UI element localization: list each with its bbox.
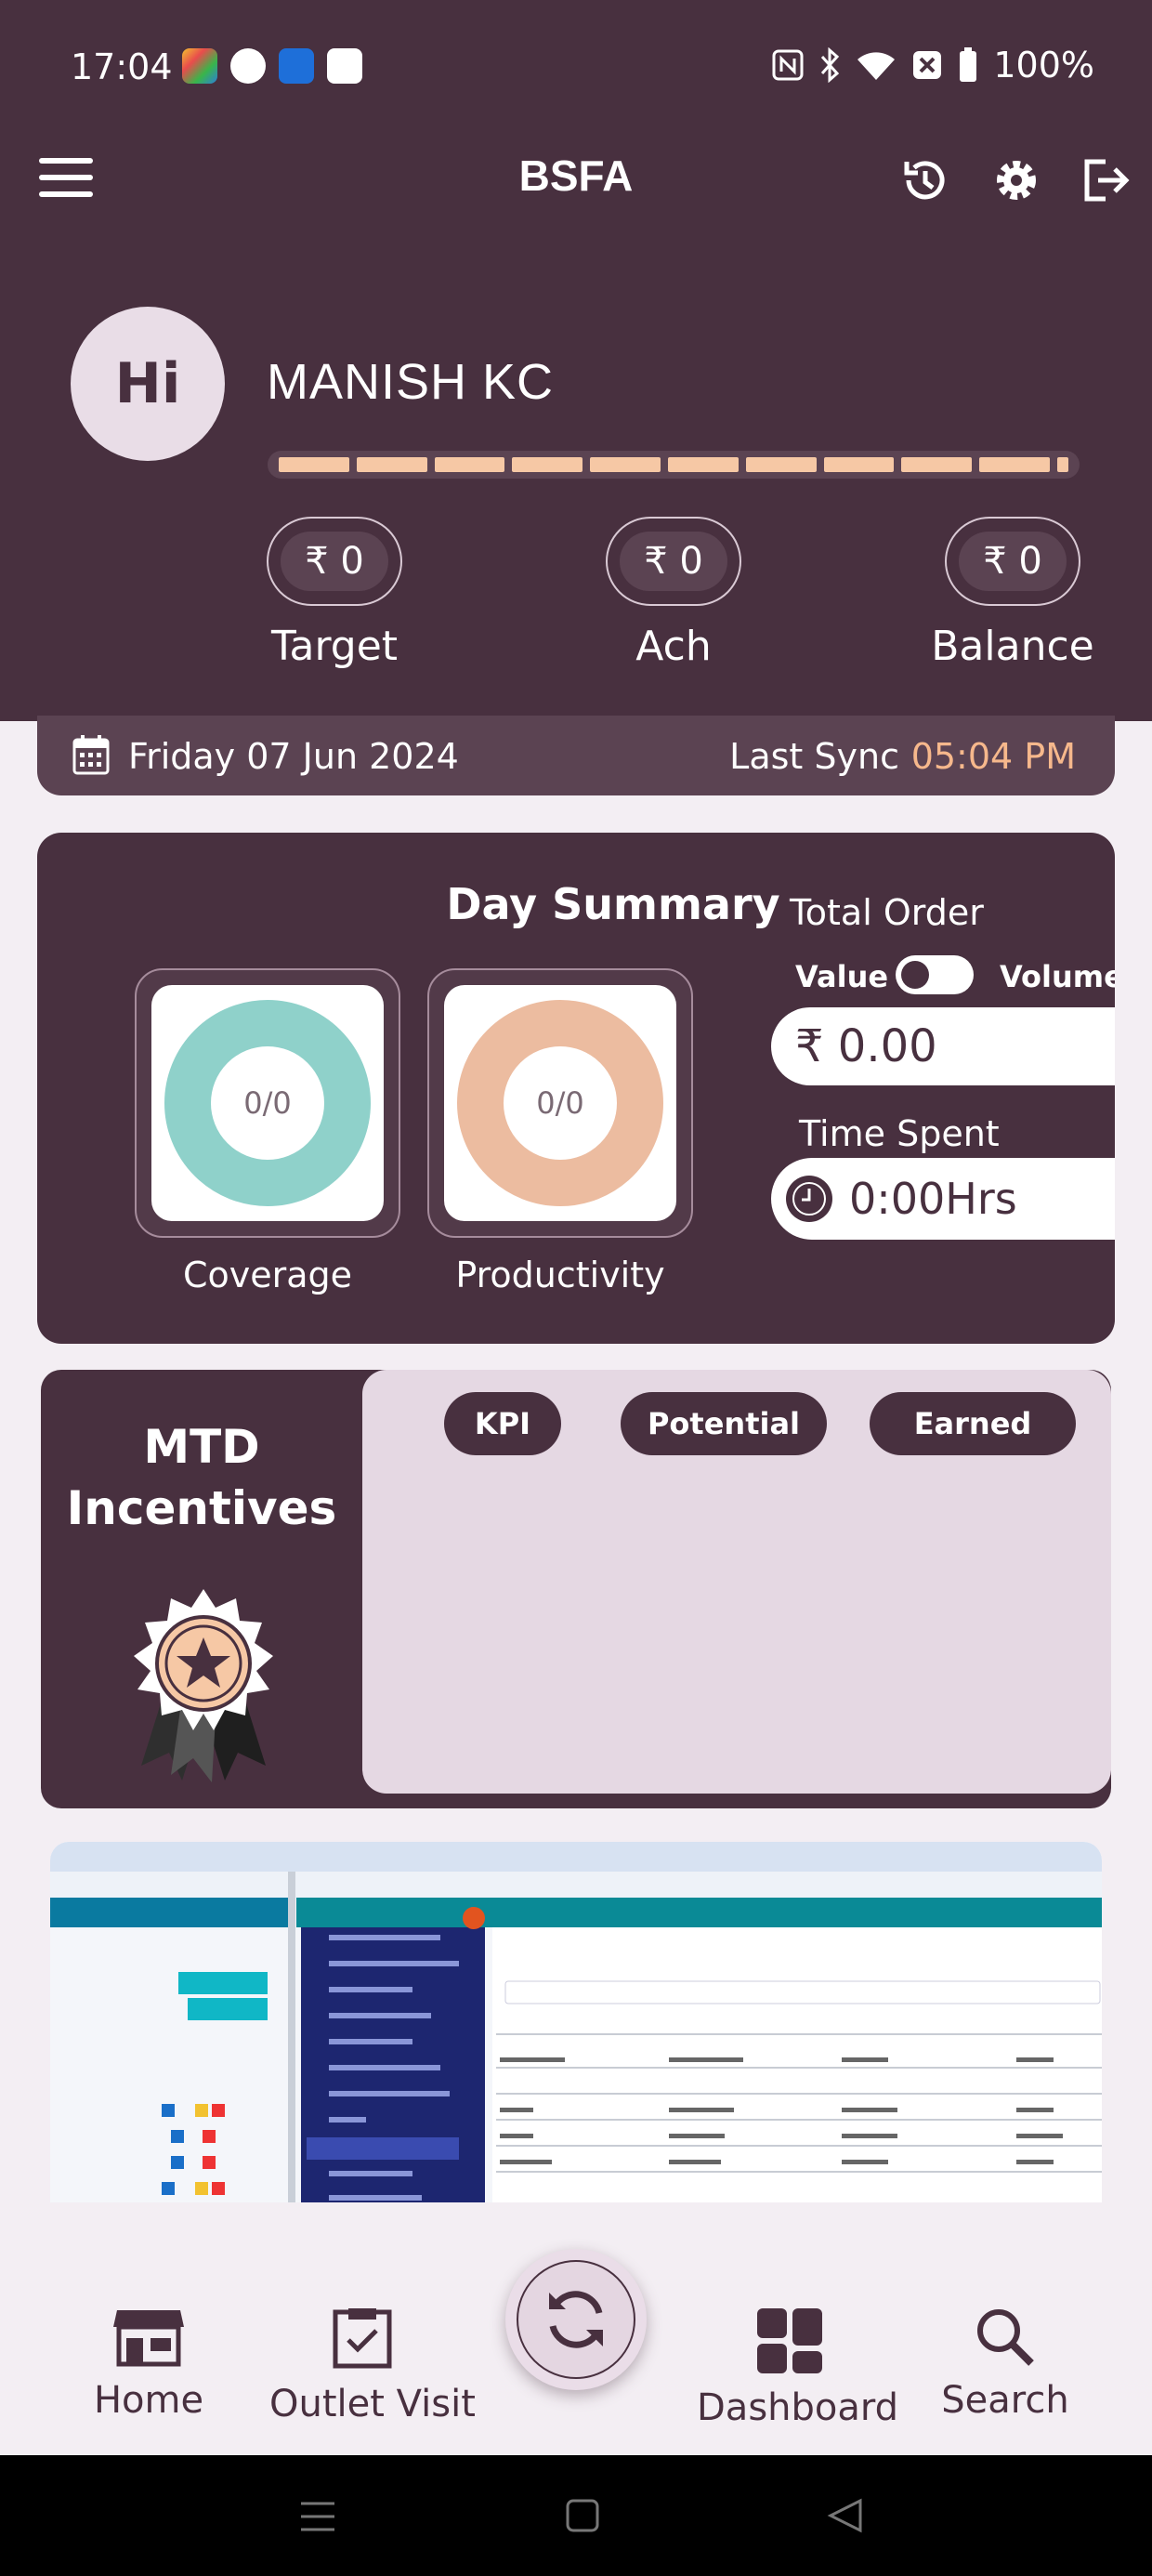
recent-apps-icon[interactable]	[299, 2500, 336, 2533]
clock-icon	[786, 1176, 832, 1222]
battery-level: 100%	[993, 45, 1094, 85]
toggle-volume-label: Volume	[1000, 959, 1115, 994]
store-icon	[113, 2310, 184, 2367]
toggle-value-label: Value	[795, 959, 889, 994]
nav-search[interactable]: Search	[931, 2307, 1080, 2422]
last-sync-time: 05:04 PM	[910, 736, 1076, 777]
nav-dashboard-label: Dashboard	[697, 2386, 899, 2429]
nav-home-label: Home	[93, 2379, 204, 2422]
no-sim-icon	[913, 51, 942, 79]
time-spent-value: 0:00Hrs	[849, 1174, 1017, 1224]
mtd-incentives-card: MTD Incentives KPI Potential Earned	[41, 1370, 1111, 1808]
nav-outlet-visit[interactable]: Outlet Visit	[269, 2307, 476, 2425]
mtd-incentives-title: MTD Incentives	[41, 1416, 362, 1539]
mtd-title-line2: Incentives	[66, 1481, 337, 1535]
app-notification-icon	[230, 48, 266, 84]
header-panel: 17:04 100% BSFA Hi MANISH KC ₹ 0 Target	[0, 0, 1152, 721]
sync-button[interactable]	[505, 2249, 647, 2390]
achievement-label: Ach	[635, 623, 712, 670]
target-progress-bar	[268, 451, 1080, 479]
sync-icon	[549, 2291, 603, 2348]
calendar-icon	[72, 735, 110, 775]
app-notification-icon	[182, 48, 217, 84]
total-order-title: Total Order	[790, 892, 984, 933]
last-sync-label: Last Sync	[729, 736, 899, 777]
nfc-icon	[772, 49, 804, 81]
mtd-title-line1: MTD	[143, 1420, 260, 1474]
coverage-value: 0/0	[243, 1085, 292, 1121]
notification-icons	[182, 48, 362, 84]
logout-icon[interactable]	[1078, 154, 1130, 206]
gear-icon[interactable]	[990, 154, 1042, 206]
nav-dashboard[interactable]: Dashboard	[697, 2307, 899, 2429]
target-stat: ₹ 0 Target	[242, 517, 427, 670]
bottom-navigation: Home Outlet Visit Dashboard Search	[0, 2202, 1152, 2455]
search-icon	[977, 2309, 1034, 2366]
balance-label: Balance	[931, 623, 1094, 670]
day-summary-card: Day Summary 0/0 Coverage 0/0 Productivit…	[37, 833, 1115, 1344]
nav-outlet-visit-label: Outlet Visit	[269, 2383, 476, 2425]
banner-screenshot-graphic	[50, 1842, 1102, 2206]
productivity-gauge[interactable]: 0/0	[427, 968, 693, 1238]
coverage-donut: 0/0	[164, 1000, 371, 1206]
mtd-incentive-table: KPI Potential Earned	[362, 1370, 1111, 1794]
app-notification-icon	[327, 48, 362, 84]
current-date: Friday 07 Jun 2024	[128, 736, 459, 777]
time-spent-field: 0:00Hrs	[771, 1158, 1115, 1240]
achievement-value: ₹ 0	[620, 532, 727, 591]
productivity-value: 0/0	[536, 1085, 584, 1121]
nav-home[interactable]: Home	[65, 2307, 232, 2422]
promo-banner-image[interactable]	[50, 1842, 1102, 2206]
battery-icon	[960, 47, 977, 82]
productivity-donut: 0/0	[457, 1000, 663, 1206]
achievement-stat: ₹ 0 Ach	[581, 517, 766, 670]
history-icon[interactable]	[899, 154, 951, 206]
balance-stat: ₹ 0 Balance	[920, 517, 1106, 670]
date-sync-bar: Friday 07 Jun 2024 Last Sync 05:04 PM	[37, 716, 1115, 795]
app-notification-icon	[279, 48, 314, 84]
nav-search-label: Search	[941, 2379, 1069, 2422]
user-name: MANISH KC	[267, 354, 555, 410]
status-time: 17:04	[71, 46, 173, 87]
status-indicators: 100%	[772, 45, 1094, 85]
target-label: Target	[270, 623, 399, 670]
avatar: Hi	[71, 307, 225, 461]
back-icon[interactable]	[827, 2498, 864, 2533]
day-summary-title: Day Summary	[446, 879, 780, 929]
app-title: BSFA	[518, 151, 634, 200]
tab-kpi[interactable]: KPI	[444, 1392, 561, 1455]
total-order-value: ₹ 0.00	[771, 1007, 1115, 1085]
system-navigation-bar	[0, 2455, 1152, 2576]
bluetooth-icon	[821, 47, 840, 83]
value-volume-toggle[interactable]	[896, 955, 974, 994]
balance-value: ₹ 0	[959, 532, 1067, 591]
productivity-label: Productivity	[455, 1255, 665, 1295]
dashboard-icon	[757, 2308, 822, 2373]
coverage-gauge[interactable]: 0/0	[135, 968, 400, 1238]
tab-potential[interactable]: Potential	[621, 1392, 827, 1455]
clipboard-check-icon	[333, 2308, 392, 2369]
target-value: ₹ 0	[281, 532, 388, 591]
tab-earned[interactable]: Earned	[870, 1392, 1076, 1455]
award-badge-icon	[134, 1589, 273, 1782]
time-spent-title: Time Spent	[799, 1113, 1000, 1154]
home-system-icon[interactable]	[565, 2498, 600, 2533]
coverage-label: Coverage	[182, 1255, 353, 1295]
wifi-icon	[857, 52, 896, 80]
